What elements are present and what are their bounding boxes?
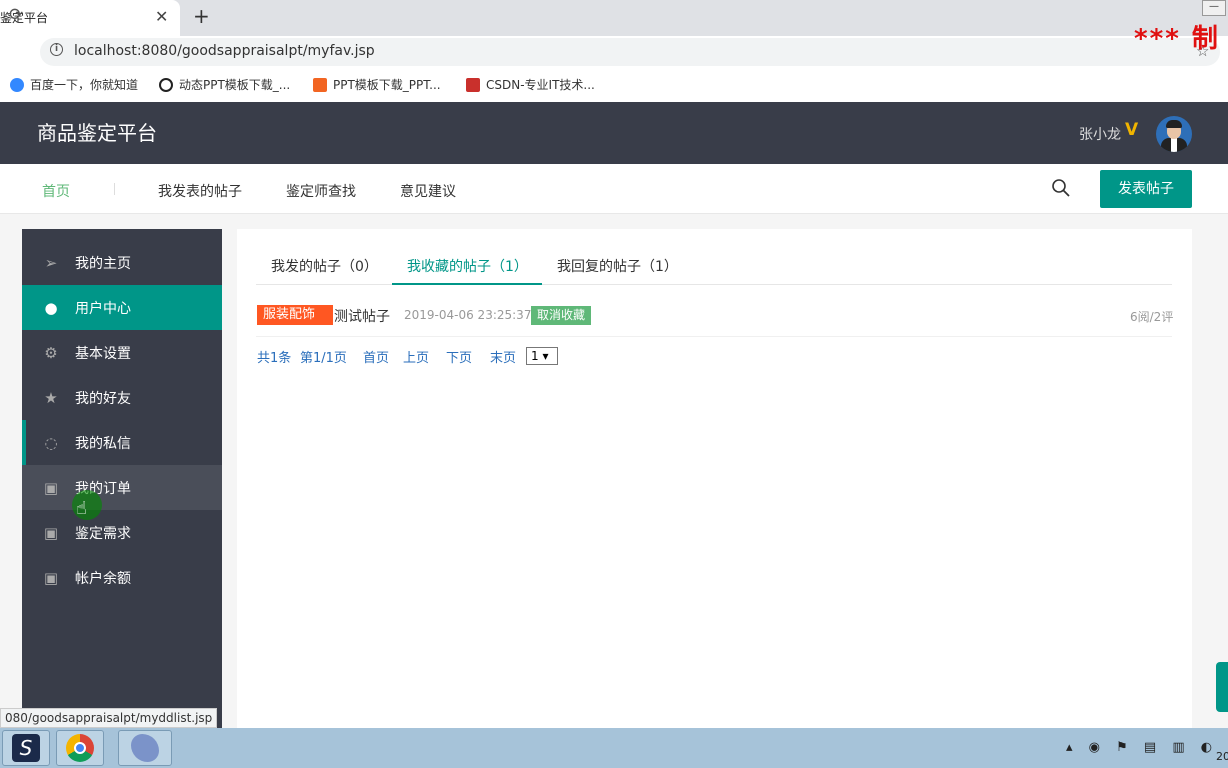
new-tab-button[interactable]: + xyxy=(193,4,210,28)
bookmark-label: PPT模板下载_PPT... xyxy=(333,78,441,92)
sidebar-item-appraisal-requests[interactable]: ▣ 鉴定需求 xyxy=(22,510,222,555)
sidebar-item-balance[interactable]: ▣ 帐户余额 xyxy=(22,555,222,600)
sidebar-item-orders[interactable]: ▣ 我的订单 xyxy=(22,465,222,510)
system-tray[interactable]: ▴ ◉ ⚑ ▤ ▥ ◐ xyxy=(1066,740,1218,755)
close-tab-icon[interactable]: ✕ xyxy=(155,7,168,26)
taskbar-clock: 20 xyxy=(1216,750,1228,763)
unfavorite-button[interactable]: 取消收藏 xyxy=(531,306,592,325)
site-logo[interactable]: 商品鉴定平台 xyxy=(37,117,157,146)
url-text[interactable]: localhost:8080/goodsappraisalpt/myfav.js… xyxy=(74,43,375,59)
ppt-icon xyxy=(313,77,327,92)
taskbar-app-s[interactable]: S xyxy=(2,730,50,766)
site-header xyxy=(0,102,1228,164)
active-tab-indicator xyxy=(392,283,542,285)
gear-icon: ⚙ xyxy=(44,343,58,362)
pagination-prev[interactable]: 上页 xyxy=(403,347,429,366)
sidebar-item-label: 鉴定需求 xyxy=(75,525,131,542)
bookmark-label: CSDN-专业IT技术... xyxy=(486,78,595,92)
sidebar-item-label: 用户中心 xyxy=(75,300,131,317)
window-minimize-button[interactable]: — xyxy=(1202,0,1226,16)
pagination-first[interactable]: 首页 xyxy=(363,347,389,366)
post-timestamp: 2019-04-06 23:25:37 xyxy=(404,308,532,322)
category-badge: 服装配饰 xyxy=(257,305,333,325)
os-taskbar xyxy=(0,728,1228,768)
hand-cursor-icon: ☝ xyxy=(76,498,87,519)
bookmark-item[interactable]: PPT模板下载_PPT... xyxy=(313,76,441,93)
user-name[interactable]: 张小龙 xyxy=(1079,124,1121,144)
browser-tab-strip xyxy=(0,0,1228,36)
sidebar-item-home[interactable]: ➢ 我的主页 xyxy=(22,240,222,285)
taskbar-chrome[interactable] xyxy=(56,730,104,766)
sidebar-item-label: 我的私信 xyxy=(75,435,131,452)
nav-appraiser-search[interactable]: 鉴定师查找 xyxy=(286,181,356,201)
reload-icon[interactable]: ⟳ xyxy=(9,5,23,25)
dolphin-icon xyxy=(131,734,159,762)
sidebar-item-label: 基本设置 xyxy=(75,345,131,362)
tab-favorites[interactable]: 我收藏的帖子（1） xyxy=(407,256,528,276)
avatar[interactable] xyxy=(1156,116,1192,152)
page-select[interactable]: 1 ▾ xyxy=(526,347,558,365)
nav-my-posts[interactable]: 我发表的帖子 xyxy=(158,181,242,201)
pagination-last[interactable]: 末页 xyxy=(490,347,516,366)
app-s-icon: S xyxy=(12,734,40,762)
row-divider xyxy=(256,336,1172,337)
nav-feedback[interactable]: 意见建议 xyxy=(400,181,456,201)
bookmark-item[interactable]: 百度一下，你就知道 xyxy=(10,76,138,93)
floating-side-tab[interactable] xyxy=(1216,662,1228,712)
post-title-link[interactable]: 测试帖子 xyxy=(334,306,390,326)
sidebar-item-label: 我的主页 xyxy=(75,255,131,272)
paper-plane-icon: ➢ xyxy=(44,253,58,272)
image-icon: ▣ xyxy=(43,478,59,497)
status-bar-url: 080/goodsappraisalpt/myddlist.jsp xyxy=(0,708,218,728)
sidebar-item-label: 帐户余额 xyxy=(75,570,131,587)
main-panel xyxy=(237,229,1192,728)
chat-bubble-icon: ◌ xyxy=(44,433,58,452)
post-stats: 6阅/2评 xyxy=(1130,310,1174,324)
star-icon: ★ xyxy=(44,388,58,407)
sidebar-item-settings[interactable]: ⚙ 基本设置 xyxy=(22,330,222,375)
sidebar-item-user-center[interactable]: ● 用户中心 xyxy=(22,285,222,330)
site-info-icon[interactable]: i xyxy=(50,43,63,56)
vip-badge: V xyxy=(1125,120,1139,140)
search-icon[interactable] xyxy=(1051,178,1071,198)
csdn-icon xyxy=(466,77,480,92)
pagination-total: 共1条 xyxy=(257,351,292,366)
bookmark-item[interactable]: CSDN-专业IT技术... xyxy=(466,76,595,93)
nav-divider xyxy=(114,183,115,195)
tab-my-posts[interactable]: 我发的帖子（0） xyxy=(271,256,378,276)
sidebar-item-messages[interactable]: ◌ 我的私信 xyxy=(22,420,222,465)
user-icon: ● xyxy=(44,298,58,317)
tab-replies[interactable]: 我回复的帖子（1） xyxy=(557,256,678,276)
browser-tab-title: 鉴定平台 xyxy=(0,11,49,25)
chrome-icon xyxy=(66,734,94,762)
image-icon: ▣ xyxy=(43,568,59,587)
watermark-text: *** 制 xyxy=(1134,24,1220,54)
new-post-button[interactable]: 发表帖子 xyxy=(1100,170,1192,208)
nav-home[interactable]: 首页 xyxy=(42,181,70,201)
bookmark-label: 动态PPT模板下载_... xyxy=(179,78,291,92)
taskbar-dolphin-app[interactable] xyxy=(118,730,172,766)
bookmark-item[interactable]: 动态PPT模板下载_... xyxy=(159,76,290,93)
sidebar-item-friends[interactable]: ★ 我的好友 xyxy=(22,375,222,420)
baidu-paw-icon xyxy=(10,77,24,92)
panda-icon xyxy=(159,77,173,92)
sidebar-item-label: 我的好友 xyxy=(75,390,131,407)
pagination-page: 第1/1页 xyxy=(300,351,347,366)
image-icon: ▣ xyxy=(43,523,59,542)
pagination-next[interactable]: 下页 xyxy=(446,347,472,366)
bookmark-label: 百度一下，你就知道 xyxy=(30,78,139,92)
